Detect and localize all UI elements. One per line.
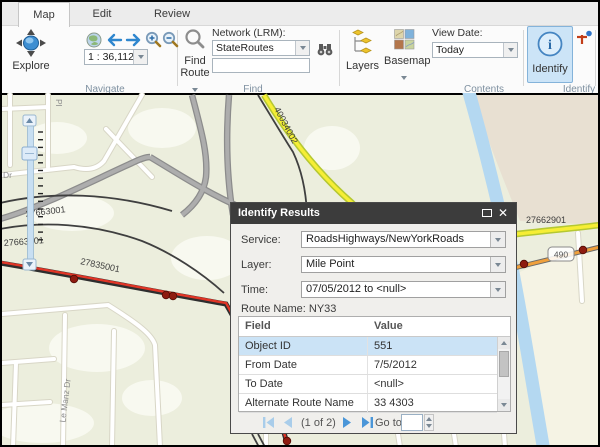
identify-circle-i-icon: i: [536, 45, 564, 62]
table-scrollbar[interactable]: [497, 337, 510, 411]
service-combo[interactable]: RoadsHighways/NewYorkRoads: [301, 231, 506, 248]
view-date-combo-arrow[interactable]: [503, 43, 517, 57]
time-combo-arrow[interactable]: [490, 282, 505, 297]
group-divider: [595, 30, 596, 86]
find-route-label-2: Route: [180, 67, 210, 79]
network-combo[interactable]: StateRoutes: [212, 40, 310, 56]
layer-combo[interactable]: Mile Point: [301, 256, 506, 273]
find-route-button[interactable]: Find Route: [180, 28, 210, 86]
application-window: Map Edit Review: [0, 0, 600, 447]
group-divider: [523, 30, 524, 86]
time-value: 07/05/2012 to <null>: [302, 282, 490, 297]
svg-text:i: i: [548, 38, 552, 53]
dialog-title: Identify Results: [238, 207, 320, 219]
cell-field: To Date: [245, 378, 283, 390]
table-row[interactable]: Alternate Route Name 33 4303: [239, 394, 497, 413]
network-value: StateRoutes: [213, 42, 295, 54]
slider-track[interactable]: [28, 126, 34, 259]
network-combo-arrow[interactable]: [295, 41, 309, 55]
close-icon[interactable]: ✕: [497, 206, 509, 220]
service-label: Service:: [241, 234, 281, 246]
view-date-label: View Date:: [432, 27, 483, 39]
tab-map[interactable]: Map: [18, 2, 70, 27]
find-route-magnifier-icon: [184, 37, 206, 54]
route-shield-490: 490: [548, 247, 574, 261]
view-date-value: Today: [433, 44, 503, 56]
explore-button[interactable]: Explore: [8, 28, 54, 84]
tab-edit[interactable]: Edit: [74, 2, 130, 26]
scale-value: 1 : 36,112: [85, 51, 133, 63]
svg-text:490: 490: [554, 250, 568, 260]
tab-review[interactable]: Review: [142, 2, 202, 26]
pagination-bar: (1 of 2) Go to:: [231, 414, 516, 432]
identify-results-dialog: Identify Results ✕ Service: RoadsHighway…: [230, 202, 517, 434]
svg-text:Dr: Dr: [3, 170, 12, 180]
table-row[interactable]: From Date 7/5/2012: [239, 356, 497, 375]
cell-field: From Date: [245, 359, 297, 371]
spinner-up-arrow[interactable]: [426, 417, 432, 421]
last-page-icon[interactable]: [361, 416, 374, 432]
cell-value: 33 4303: [374, 397, 414, 409]
page-info: (1 of 2): [301, 417, 336, 429]
scale-combo[interactable]: 1 : 36,112: [84, 49, 148, 65]
service-value: RoadsHighways/NewYorkRoads: [302, 232, 490, 247]
field-column-header[interactable]: Field: [245, 320, 271, 332]
cell-value: 7/5/2012: [374, 359, 417, 371]
scrollbar-thumb[interactable]: [499, 351, 509, 377]
group-divider: [339, 30, 340, 86]
scale-combo-arrow[interactable]: [133, 50, 147, 64]
previous-page-icon[interactable]: [282, 416, 293, 432]
value-column-header[interactable]: Value: [374, 320, 403, 332]
ribbon: Map Edit Review: [2, 2, 598, 93]
route-name-label: Route Name:: [241, 303, 306, 315]
layer-value: Mile Point: [302, 257, 490, 272]
scroll-down-arrow[interactable]: [498, 399, 510, 411]
goto-input[interactable]: [401, 414, 423, 431]
svg-text:Pl: Pl: [54, 99, 64, 107]
next-page-icon[interactable]: [342, 416, 353, 432]
table-header-row: Field Value: [239, 317, 510, 337]
time-combo[interactable]: 07/05/2012 to <null>: [301, 281, 506, 298]
svg-text:27662901: 27662901: [526, 215, 566, 225]
attributes-table: Field Value Object ID 551 From Date 7/5/…: [238, 316, 511, 412]
find-route-dropdown-arrow[interactable]: [192, 88, 198, 92]
layer-combo-arrow[interactable]: [490, 257, 505, 272]
zoom-out-icon[interactable]: [162, 31, 179, 53]
identify-button[interactable]: i Identify: [527, 26, 573, 83]
cell-field: Object ID: [245, 340, 291, 352]
explore-label: Explore: [8, 60, 54, 72]
view-date-combo[interactable]: Today: [432, 42, 518, 58]
first-page-icon[interactable]: [262, 416, 275, 432]
table-row[interactable]: Object ID 551: [239, 337, 497, 356]
cell-value: 551: [374, 340, 392, 352]
ribbon-tab-bar: Map Edit Review: [2, 2, 598, 26]
cell-field: Alternate Route Name: [245, 397, 354, 409]
scroll-up-arrow[interactable]: [498, 337, 510, 349]
basemap-icon: [394, 37, 415, 54]
maximize-icon[interactable]: [482, 209, 492, 217]
dialog-title-bar[interactable]: Identify Results: [231, 203, 516, 224]
layers-label: Layers: [346, 60, 378, 72]
basemap-label: Basemap: [384, 55, 424, 67]
network-lrm-label: Network (LRM):: [212, 27, 286, 39]
route-name-value: NY33: [309, 303, 337, 315]
layer-label: Layer:: [241, 259, 272, 271]
identify-route-locations-icon[interactable]: [576, 30, 593, 51]
goto-spinner[interactable]: [424, 414, 434, 431]
layers-button[interactable]: Layers: [346, 29, 378, 79]
table-row[interactable]: To Date <null>: [239, 375, 497, 394]
service-combo-arrow[interactable]: [490, 232, 505, 247]
cell-value: <null>: [374, 378, 404, 390]
layers-icon: [350, 42, 374, 59]
identify-button-label: Identify: [528, 63, 572, 75]
find-route-input[interactable]: [212, 58, 310, 73]
find-route-label-1: Find: [180, 55, 210, 67]
binoculars-icon[interactable]: [316, 41, 334, 62]
spinner-down-arrow[interactable]: [426, 424, 432, 428]
ribbon-body: Explore: [2, 26, 598, 93]
basemap-button[interactable]: Basemap: [384, 29, 424, 87]
route-name-line: Route Name: NY33: [241, 303, 336, 315]
time-label: Time:: [241, 284, 268, 296]
basemap-dropdown-arrow[interactable]: [401, 76, 407, 80]
